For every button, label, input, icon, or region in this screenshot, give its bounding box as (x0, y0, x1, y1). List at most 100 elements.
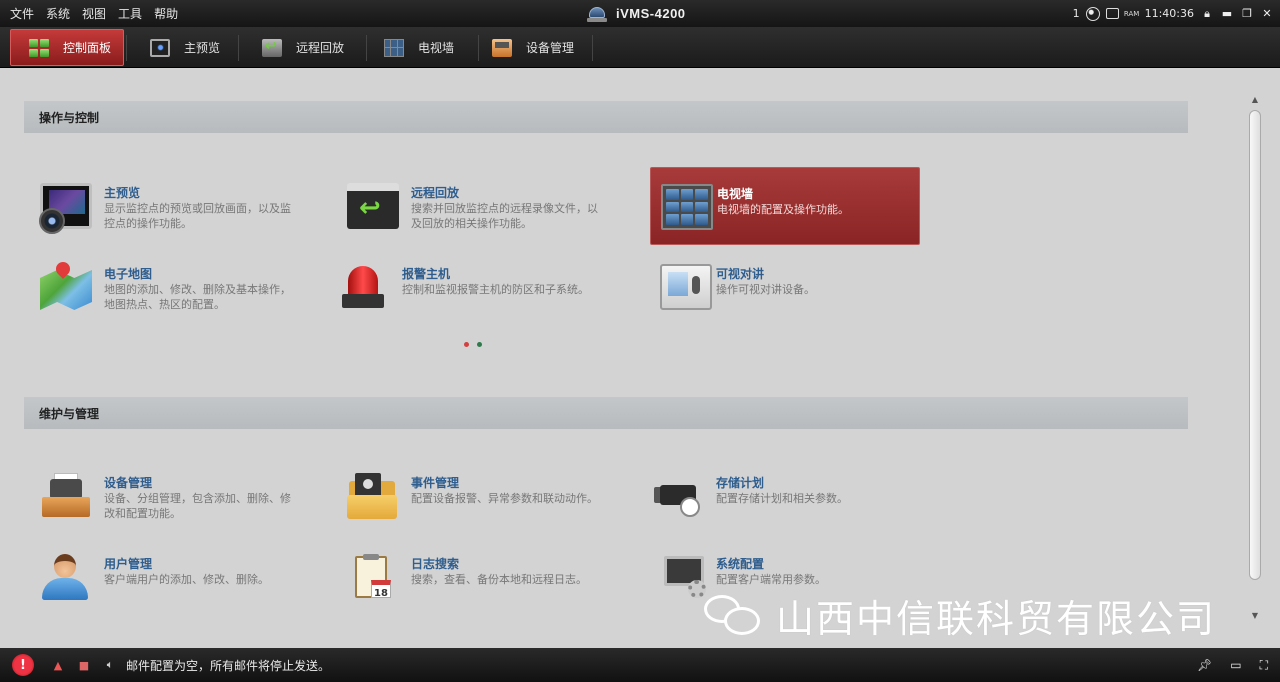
card-description: 配置存储计划和相关参数。 (716, 492, 848, 505)
card-description: 设备、分组管理，包含添加、删除、修改和配置功能。 (104, 492, 291, 520)
card-description: 配置客户端常用参数。 (716, 573, 826, 586)
wechat-icon (704, 593, 766, 639)
globe-icon[interactable] (1085, 6, 1100, 21)
tab-video-wall[interactable]: 电视墙 (368, 29, 476, 66)
tab-control-panel[interactable]: 控制面板 (10, 29, 124, 66)
tab-label: 电视墙 (418, 41, 455, 55)
card-user-management[interactable]: 用户管理 客户端用户的添加、修改、删除。 (26, 538, 296, 616)
card-description: 客户端用户的添加、修改、删除。 (104, 573, 269, 586)
card-video-wall[interactable]: 电视墙 电视墙的配置及操作功能。 (650, 167, 920, 245)
card-log-search[interactable]: 18 日志搜索 搜索，查看、备份本地和远程日志。 (333, 538, 603, 616)
remote-playback-icon (262, 38, 282, 57)
card-title: 系统配置 (716, 557, 765, 571)
calendar-day: 18 (371, 580, 391, 599)
card-main-preview[interactable]: 主预览 显示监控点的预览或回放画面，以及监控点的操作功能。 (26, 167, 296, 245)
card-title: 事件管理 (411, 476, 460, 490)
card-title: 日志搜索 (411, 557, 460, 571)
window-icon[interactable]: ▭ (1230, 658, 1241, 672)
lock-icon[interactable]: 🔒︎ (1200, 7, 1214, 21)
vertical-scrollbar[interactable]: ▲ ▼ (1248, 94, 1262, 624)
menu-help[interactable]: 帮助 (148, 5, 184, 22)
card-title: 远程回放 (411, 186, 460, 200)
control-panel-content: 操作与控制 主预览 显示监控点的预览或回放画面，以及监控点的操作功能。 远程回放… (0, 68, 1280, 648)
sound-icon[interactable]: 🔈︎ (102, 658, 118, 672)
tab-device-management[interactable]: 设备管理 (480, 29, 592, 66)
card-e-map[interactable]: 电子地图 地图的添加、修改、删除及基本操作，地图热点、热区的配置。 (26, 248, 296, 326)
card-event-management[interactable]: 事件管理 配置设备报警、异常参数和联动动作。 (333, 457, 603, 535)
card-title: 可视对讲 (716, 267, 765, 281)
menu-bar: 文件 系统 视图 工具 帮助 (4, 0, 184, 27)
minimize-button[interactable]: ▬ (1220, 7, 1234, 21)
card-title: 用户管理 (104, 557, 153, 571)
page-dot-2[interactable] (477, 342, 482, 347)
tab-label: 控制面板 (63, 41, 112, 55)
card-storage-schedule[interactable]: 存储计划 配置存储计划和相关参数。 (640, 457, 910, 535)
watermark-text: 山西中信联科贸有限公司 (776, 597, 1217, 641)
control-panel-icon (29, 38, 49, 57)
status-bar-controls: 📌︎ ▭ ⛶ (1197, 648, 1268, 682)
page-dot-1[interactable] (464, 342, 469, 347)
card-title: 电子地图 (104, 267, 153, 281)
tab-label: 主预览 (184, 41, 221, 55)
card-video-intercom[interactable]: 可视对讲 操作可视对讲设备。 (646, 248, 916, 326)
menu-tools[interactable]: 工具 (112, 5, 148, 22)
log-calendar-icon: 18 (347, 554, 399, 600)
keyboard-icon[interactable] (1105, 8, 1119, 19)
app-logo-icon (586, 5, 608, 23)
menu-system[interactable]: 系统 (40, 5, 76, 22)
page-indicator (464, 342, 482, 347)
app-name: iVMS-4200 (616, 6, 686, 21)
event-folder-icon (347, 473, 399, 519)
card-title: 报警主机 (402, 267, 451, 281)
card-title: 主预览 (104, 186, 141, 200)
card-remote-playback[interactable]: 远程回放 搜索并回放监控点的远程录像文件，以及回放的相关操作功能。 (333, 167, 603, 245)
title-bar: 文件 系统 视图 工具 帮助 iVMS-4200 1 RAM 11:40:36 … (0, 0, 1280, 27)
tab-remote-playback[interactable]: 远程回放 (240, 29, 364, 66)
device-management-icon (492, 38, 512, 57)
restore-button[interactable]: ❐ (1240, 7, 1254, 21)
scroll-down-icon[interactable]: ▼ (1248, 610, 1262, 622)
scroll-thumb[interactable] (1249, 110, 1261, 580)
user-icon (40, 554, 92, 600)
menu-view[interactable]: 视图 (76, 5, 112, 22)
system-tray: 1 RAM 11:40:36 🔒︎ ▬ ❐ ✕ (1073, 0, 1274, 27)
module-tab-bar: 控制面板 主预览 远程回放 电视墙 设备管理 (0, 27, 1280, 68)
watermark: 山西中信联科贸有限公司 (704, 588, 1216, 643)
section-header-operation: 操作与控制 (24, 101, 1188, 133)
ram-icon: RAM (1123, 9, 1140, 18)
card-description: 操作可视对讲设备。 (716, 283, 815, 296)
card-description: 显示监控点的预览或回放画面，以及监控点的操作功能。 (104, 202, 291, 230)
alarm-icon[interactable]: ▲ (50, 658, 66, 672)
map-icon (40, 259, 92, 310)
alarm-count: 1 (1072, 7, 1080, 20)
tab-label: 设备管理 (526, 41, 575, 55)
tab-label: 远程回放 (296, 41, 345, 55)
app-title: iVMS-4200 (586, 0, 686, 27)
alarm-siren-icon (340, 264, 392, 310)
video-wall-icon (661, 184, 713, 230)
fax-device-icon (40, 473, 92, 519)
menu-file[interactable]: 文件 (4, 5, 40, 22)
card-device-management[interactable]: 设备管理 设备、分组管理，包含添加、删除、修改和配置功能。 (26, 457, 296, 535)
card-title: 存储计划 (716, 476, 765, 490)
status-message: 邮件配置为空，所有邮件将停止发送。 (126, 658, 331, 673)
card-description: 搜索并回放监控点的远程录像文件，以及回放的相关操作功能。 (411, 202, 598, 230)
main-preview-icon (150, 38, 170, 57)
fullscreen-icon[interactable]: ⛶ (1260, 658, 1268, 673)
scroll-up-icon[interactable]: ▲ (1248, 94, 1262, 106)
monitor-camera-icon (39, 183, 92, 234)
card-description: 搜索，查看、备份本地和远程日志。 (411, 573, 587, 586)
card-description: 电视墙的配置及操作功能。 (717, 203, 849, 216)
warning-icon[interactable]: ! (12, 654, 34, 676)
card-description: 配置设备报警、异常参数和联动动作。 (411, 492, 598, 505)
card-title: 电视墙 (717, 187, 754, 201)
pin-icon[interactable]: 📌︎ (1197, 658, 1212, 672)
card-alarm-host[interactable]: 报警主机 控制和监视报警主机的防区和子系统。 (326, 248, 596, 326)
tab-main-preview[interactable]: 主预览 (128, 29, 236, 66)
event-icon[interactable]: ■ (76, 658, 92, 672)
close-button[interactable]: ✕ (1260, 7, 1274, 21)
card-title: 设备管理 (104, 476, 153, 490)
card-description: 控制和监视报警主机的防区和子系统。 (402, 283, 589, 296)
status-bar: ! ▲ ■ 🔈︎ 邮件配置为空，所有邮件将停止发送。 📌︎ ▭ ⛶ (0, 648, 1280, 682)
clapperboard-icon (347, 183, 399, 229)
